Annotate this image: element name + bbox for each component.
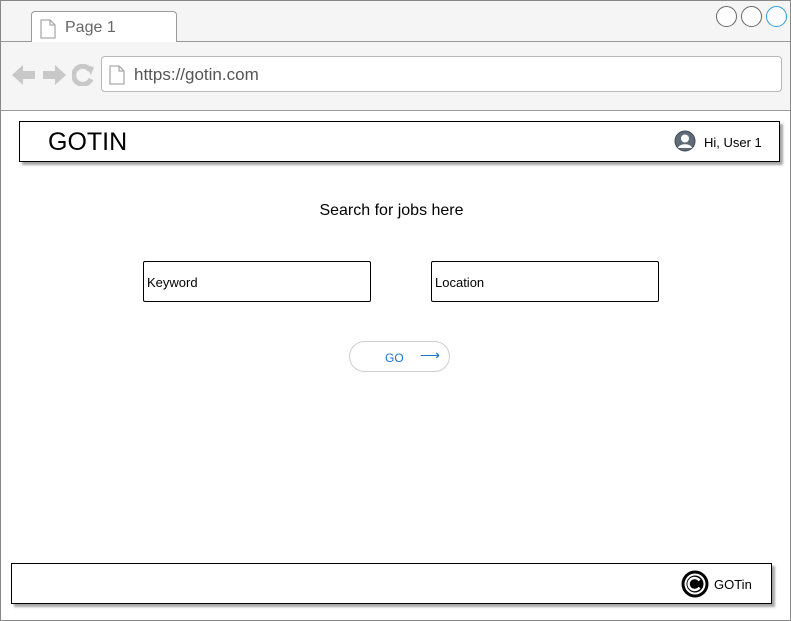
reload-icon[interactable]: [71, 63, 94, 91]
window-button-close[interactable]: [766, 6, 787, 27]
navigation-bar: https://gotin.com: [1, 42, 790, 111]
keyword-input[interactable]: Keyword: [143, 261, 371, 302]
footer-brand: GOTin: [714, 577, 752, 592]
forward-arrow-icon[interactable]: [42, 64, 66, 91]
url-text: https://gotin.com: [134, 65, 259, 84]
user-icon[interactable]: [674, 130, 696, 157]
site-header: GOTIN Hi, User 1: [19, 121, 780, 162]
go-button-label: GO: [385, 351, 404, 365]
page-icon: [40, 19, 56, 44]
window-button-minimize[interactable]: [716, 6, 737, 27]
arrow-right-icon: ⟶: [420, 347, 441, 363]
window-button-maximize[interactable]: [741, 6, 762, 27]
site-logo[interactable]: GOTIN: [48, 128, 127, 157]
user-greeting[interactable]: Hi, User 1: [704, 135, 762, 150]
tab-strip: Page 1: [1, 1, 790, 43]
page-icon: [109, 65, 125, 90]
address-bar[interactable]: https://gotin.com: [101, 56, 782, 92]
browser-window: Page 1 https://gotin.com GOTIN Hi, User …: [0, 0, 791, 621]
browser-tab[interactable]: Page 1: [31, 11, 177, 43]
tab-label: Page 1: [65, 19, 116, 36]
go-button[interactable]: GO ⟶: [349, 341, 450, 372]
copyright-icon: [680, 569, 710, 604]
location-input[interactable]: Location: [431, 261, 659, 302]
site-footer: GOTin: [11, 563, 772, 604]
search-heading: Search for jobs here: [319, 202, 464, 219]
back-arrow-icon[interactable]: [12, 64, 36, 91]
